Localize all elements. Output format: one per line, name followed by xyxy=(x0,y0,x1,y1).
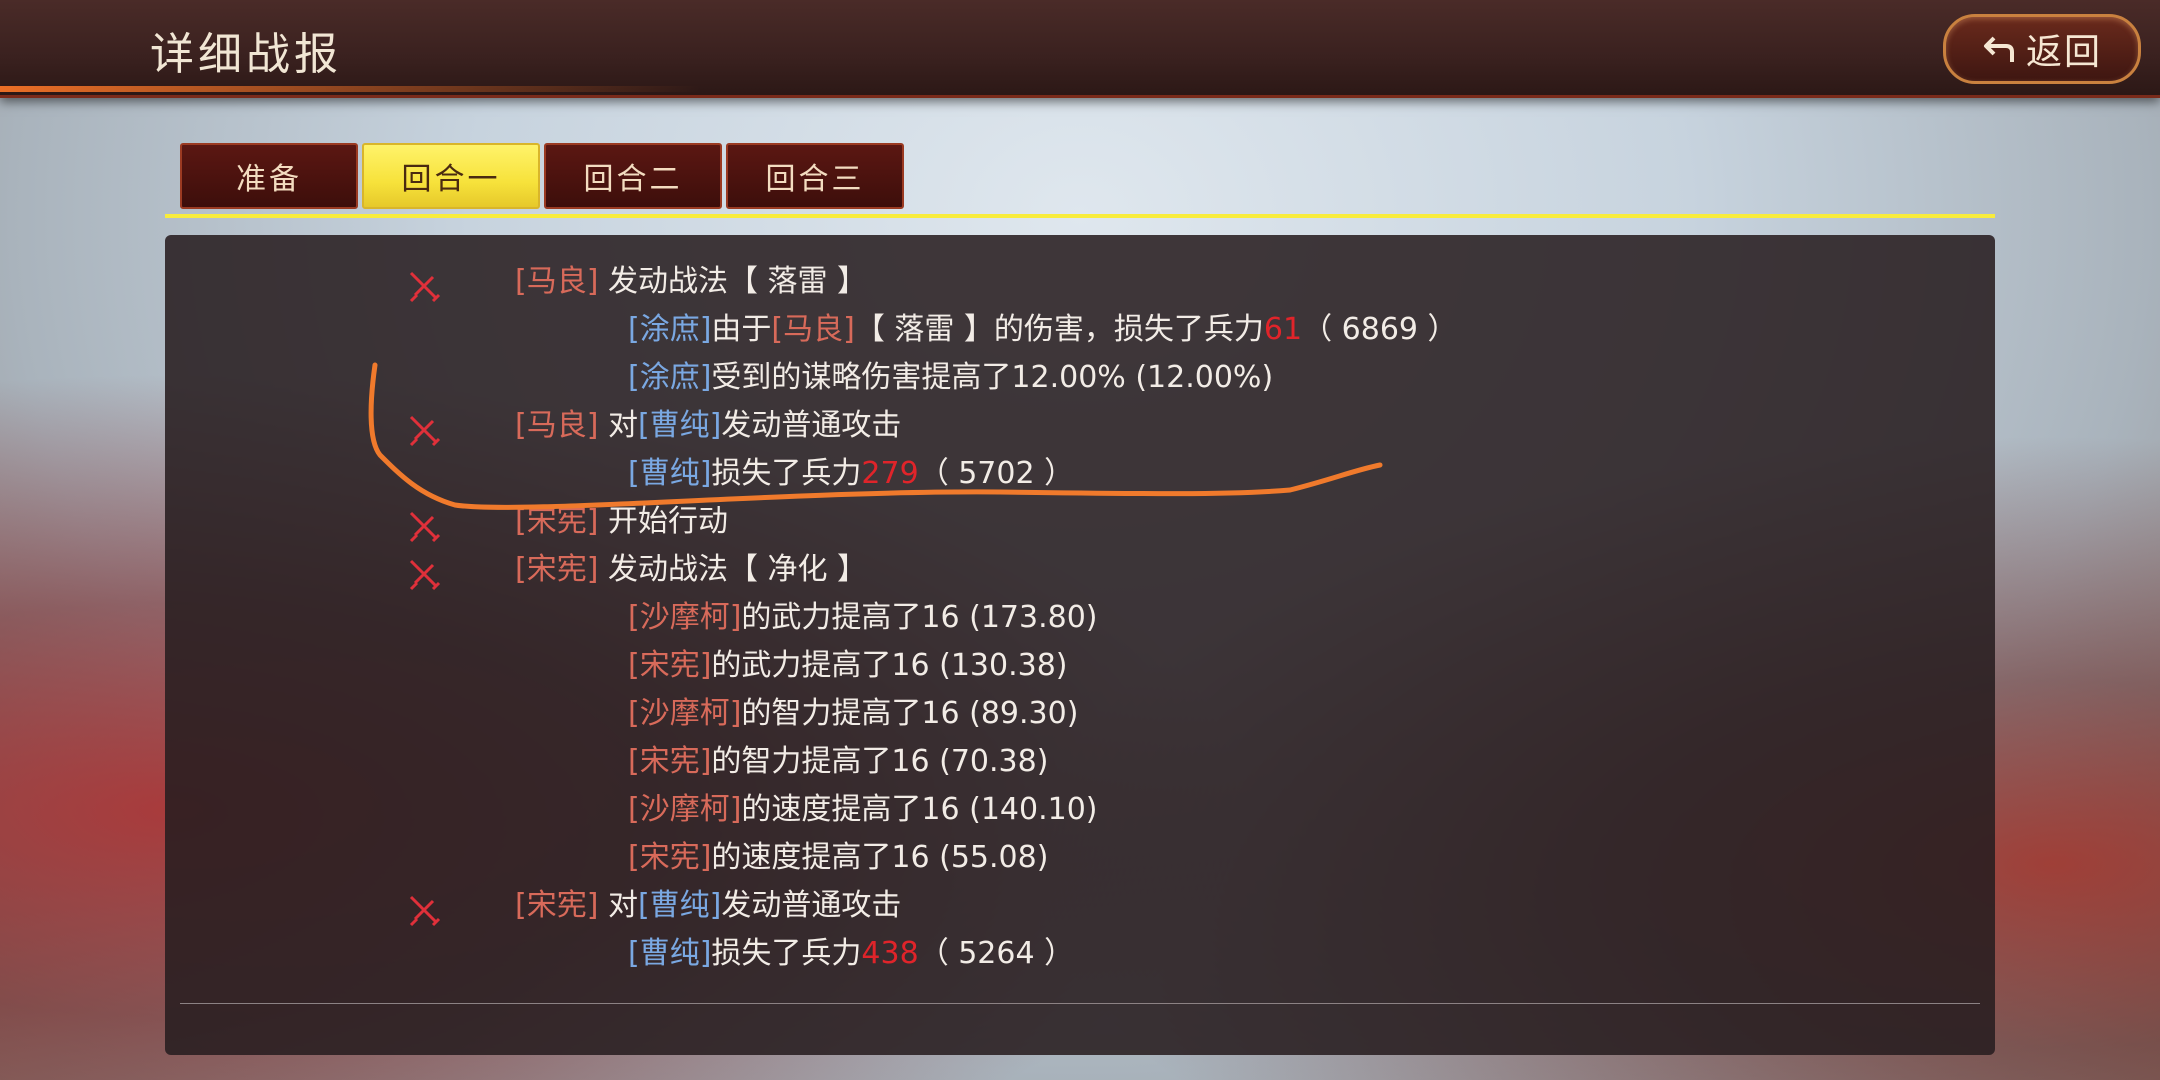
target-name: [沙摩柯] xyxy=(628,792,742,827)
log-text: 发动战法【 落雷 】 xyxy=(607,264,868,299)
actor-name: [马良] xyxy=(515,408,599,443)
log-text: 的武力提高了16 (130.38) xyxy=(711,648,1068,683)
target-name: [宋宪] xyxy=(628,840,712,875)
header-bar: 详细战报 返回 xyxy=(0,0,2160,98)
sword-icon xyxy=(409,559,441,591)
battle-log-panel[interactable]: [马良] 发动战法【 落雷 】 [涂庶]由于[马良]【 落雷 】的伤害，损失了兵… xyxy=(165,235,1995,1055)
log-text: 的武力提高了16 (173.80) xyxy=(741,600,1098,635)
target-name: [曹纯] xyxy=(628,936,712,971)
log-line: [宋宪]的速度提高了16 (55.08) xyxy=(628,834,1048,882)
actor-name: [宋宪] xyxy=(515,504,599,539)
target-name: [宋宪] xyxy=(628,744,712,779)
sword-icon xyxy=(409,271,441,303)
actor-name: [马良] xyxy=(515,264,599,299)
panel-divider xyxy=(180,1003,1980,1004)
log-line: [涂庶]受到的谋略伤害提高了12.00% (12.00%) xyxy=(628,354,1273,402)
actor-name: [宋宪] xyxy=(515,552,599,587)
back-label: 返回 xyxy=(2025,32,2102,73)
log-text: 损失了兵力 xyxy=(711,936,862,971)
log-text: 损失了兵力 xyxy=(711,456,862,491)
sword-icon xyxy=(409,895,441,927)
tab-round-three[interactable]: 回合三 xyxy=(726,143,904,209)
damage-value: 438 xyxy=(861,936,919,971)
damage-value: 61 xyxy=(1263,312,1303,347)
target-name: [曹纯] xyxy=(637,408,722,443)
tab-prepare[interactable]: 准备 xyxy=(180,143,358,209)
back-arrow-icon xyxy=(1983,36,2014,62)
target-name: [宋宪] xyxy=(628,648,712,683)
log-line: [宋宪] 对[曹纯]发动普通攻击 xyxy=(515,882,901,930)
actor-name: [宋宪] xyxy=(515,888,599,923)
log-text: 的智力提高了16 (70.38) xyxy=(711,744,1049,779)
log-text: 发动普通攻击 xyxy=(721,888,902,923)
tab-underline xyxy=(165,214,1995,218)
log-text: 对 xyxy=(598,888,638,923)
remaining-troops: （ 5264 ） xyxy=(918,936,1075,971)
log-text: 发动普通攻击 xyxy=(721,408,902,443)
log-line: [宋宪]的智力提高了16 (70.38) xyxy=(628,738,1048,786)
log-line: [宋宪] 开始行动 xyxy=(515,498,728,546)
log-line: [曹纯]损失了兵力279（ 5702 ） xyxy=(628,450,1074,498)
log-text: 的速度提高了16 (55.08) xyxy=(711,840,1049,875)
log-line: [沙摩柯]的武力提高了16 (173.80) xyxy=(628,594,1098,642)
page-title: 详细战报 xyxy=(150,29,342,80)
log-line: [马良] 发动战法【 落雷 】 xyxy=(515,258,867,306)
target-name: [曹纯] xyxy=(628,456,712,491)
target-name: [沙摩柯] xyxy=(628,600,742,635)
log-line: [沙摩柯]的速度提高了16 (140.10) xyxy=(628,786,1098,834)
log-line: [沙摩柯]的智力提高了16 (89.30) xyxy=(628,690,1078,738)
tab-round-one[interactable]: 回合一 xyxy=(362,143,540,209)
remaining-troops: （ 5702 ） xyxy=(918,456,1075,491)
sword-icon xyxy=(409,511,441,543)
sword-icon xyxy=(409,415,441,447)
target-name: [曹纯] xyxy=(637,888,722,923)
log-text: 的智力提高了16 (89.30) xyxy=(741,696,1079,731)
log-text: 发动战法【 净化 】 xyxy=(598,552,868,587)
log-line: [曹纯]损失了兵力438（ 5264 ） xyxy=(628,930,1074,978)
log-text: 【 落雷 】的伤害，损失了兵力 xyxy=(854,312,1264,347)
log-text: 开始行动 xyxy=(598,504,728,539)
back-button[interactable]: 返回 xyxy=(1943,14,2141,84)
target-name: [涂庶] xyxy=(628,312,712,347)
round-tabs: 准备 回合一 回合二 回合三 xyxy=(180,143,904,209)
remaining-troops: （ 6869 ） xyxy=(1302,312,1458,347)
log-text: 由于 xyxy=(711,312,772,347)
source-name: [马良] xyxy=(771,312,855,347)
log-line: [马良] 对[曹纯]发动普通攻击 xyxy=(515,402,901,450)
damage-value: 279 xyxy=(861,456,919,491)
log-line: [宋宪]的武力提高了16 (130.38) xyxy=(628,642,1068,690)
log-line: [宋宪] 发动战法【 净化 】 xyxy=(515,546,867,594)
log-text: 对 xyxy=(598,408,638,443)
tab-round-two[interactable]: 回合二 xyxy=(544,143,722,209)
target-name: [沙摩柯] xyxy=(628,696,742,731)
target-name: [涂庶] xyxy=(628,360,712,395)
log-line: [涂庶]由于[马良]【 落雷 】的伤害，损失了兵力61（ 6869 ） xyxy=(628,306,1458,354)
log-text: 受到的谋略伤害提高了12.00% (12.00%) xyxy=(711,360,1274,395)
log-text: 的速度提高了16 (140.10) xyxy=(741,792,1098,827)
